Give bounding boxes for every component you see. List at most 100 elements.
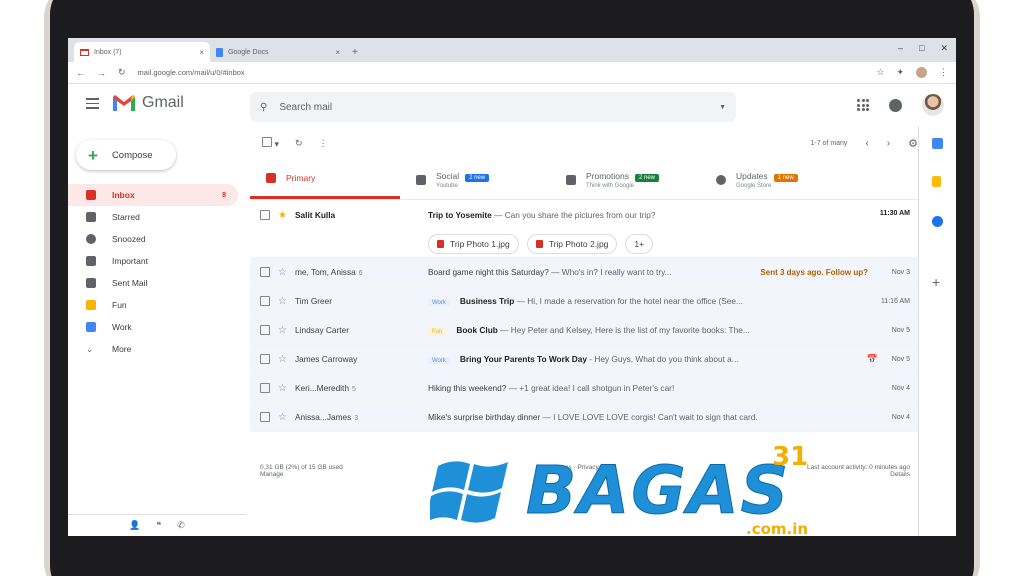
new-tab-button[interactable]: + (352, 47, 358, 58)
tab-text: Promotions 2 new Think with Google (586, 171, 660, 189)
row-checkbox[interactable] (260, 210, 270, 220)
prev-page-icon[interactable]: ‹ (865, 138, 868, 149)
compose-label: Compose (111, 149, 153, 161)
sidebar-footer: 👤 ❝ ✆ (68, 514, 246, 536)
select-all-checkbox[interactable] (262, 136, 272, 147)
minimize-icon[interactable]: – (898, 43, 903, 54)
row-checkbox[interactable] (260, 383, 270, 393)
thread-count: 6 (358, 270, 363, 277)
back-icon[interactable]: ← (76, 68, 85, 78)
row-checkbox[interactable] (260, 354, 270, 364)
search-icon[interactable]: ⚲ (260, 102, 267, 113)
table-row[interactable]: ☆ Anissa...James 3 Mike's surprise birthday… (250, 403, 918, 432)
maximize-icon[interactable]: □ (919, 43, 924, 54)
close-icon[interactable]: × (335, 48, 340, 57)
browser-tab-bar: Inbox (7) × Google Docs × + – □ ✕ (68, 38, 956, 62)
row-checkbox[interactable] (260, 296, 270, 306)
settings-gear-icon[interactable]: ⚙ (908, 137, 918, 150)
more-attachments-chip[interactable]: 1+ (625, 234, 654, 254)
table-row[interactable]: ☆ Lindsay Carter Fun Book Club — Hey Peter … (250, 316, 918, 345)
reload-icon[interactable]: ↻ (118, 67, 126, 78)
more-actions-icon[interactable]: ⋮ (319, 138, 328, 149)
star-icon[interactable]: ☆ (278, 383, 287, 394)
sidebar-item-important[interactable]: Important (68, 250, 238, 272)
star-icon[interactable]: ☆ (278, 325, 287, 336)
sidebar-item-fun[interactable]: Fun (68, 294, 238, 316)
hangouts-icon[interactable]: ❝ (156, 520, 161, 531)
add-addon-icon[interactable]: + (932, 274, 940, 290)
url-field[interactable]: mail.google.com/mail/u/0/#inbox (138, 68, 865, 77)
calendar-icon[interactable] (932, 138, 943, 149)
tab-social[interactable]: Social 2 new Youtube (400, 160, 550, 199)
snippet-text: — Can you share the pictures from our tr… (491, 210, 656, 220)
sidebar-item-sent-mail[interactable]: Sent Mail (68, 272, 238, 294)
phone-icon[interactable]: ✆ (177, 520, 185, 531)
table-row[interactable]: ☆ Tim Greer Work Business Trip — Hi, I made… (250, 287, 918, 316)
table-row[interactable]: ☆ me, Tom, Anissa 6 Board game night this S… (250, 258, 918, 287)
search-options-icon[interactable]: ▼ (719, 104, 726, 111)
notifications-icon[interactable] (889, 98, 902, 112)
subject-text: Mike's surprise birthday dinner (428, 412, 541, 422)
tab-subtitle: Google Store (736, 182, 772, 189)
email-label[interactable]: Fun (428, 328, 447, 335)
sidebar-item-inbox[interactable]: Inbox 8 (68, 184, 238, 206)
attachment-name: 1+ (634, 239, 645, 249)
sidebar-item-snoozed[interactable]: Snoozed (68, 228, 238, 250)
close-icon[interactable]: × (199, 48, 204, 57)
tab-updates[interactable]: Updates 1 new Google Store (700, 160, 850, 199)
hamburger-menu-icon[interactable] (86, 98, 99, 112)
table-row[interactable]: ☆ James Carroway Work Bring Your Parents To… (250, 345, 918, 374)
sidebar-item-starred[interactable]: Starred (68, 206, 238, 228)
attachment-chip[interactable]: Trip Photo 2.jpg (526, 234, 618, 254)
snippet-text: — +1 great idea! I call shotgun in Peter… (506, 383, 675, 393)
docs-favicon-icon (216, 47, 223, 57)
contacts-icon[interactable]: 👤 (129, 520, 140, 531)
table-row[interactable]: ☆ Keri...Meredith 5 Hiking this weekend? — … (250, 374, 918, 403)
attachment-chip[interactable]: Trip Photo 1.jpg (428, 234, 519, 254)
star-icon[interactable]: ☆ (278, 412, 287, 423)
tag-icon (566, 174, 576, 185)
tab-inbox[interactable]: Inbox (7) × (74, 42, 210, 62)
email-label[interactable]: Work (428, 299, 450, 306)
apps-grid-icon[interactable] (857, 99, 869, 111)
sidebar-item-work[interactable]: Work (68, 316, 238, 338)
star-icon[interactable]: ★ (278, 210, 287, 221)
row-checkbox[interactable] (260, 412, 270, 422)
tab-google-docs[interactable]: Google Docs × (210, 42, 346, 62)
calendar-invite-icon[interactable]: 📅 (867, 354, 878, 365)
star-icon[interactable]: ☆ (278, 354, 287, 365)
subject-text: Board game night this Saturday? (428, 267, 549, 277)
sender: Lindsay Carter (295, 325, 425, 335)
email-label[interactable]: Work (428, 357, 450, 364)
extensions-icon[interactable]: ✦ (896, 67, 904, 78)
forward-icon[interactable]: → (97, 68, 106, 78)
menu-icon[interactable]: ⋮ (939, 67, 948, 78)
keep-icon[interactable] (932, 176, 941, 187)
star-icon[interactable]: ☆ (278, 267, 287, 278)
sidebar-item-more[interactable]: ⌄ More (68, 338, 238, 360)
date-label: Nov 4 (891, 413, 910, 421)
search-bar[interactable]: ⚲ Search mail ▼ (250, 92, 736, 122)
next-page-icon[interactable]: › (887, 138, 890, 149)
search-input[interactable]: Search mail (279, 102, 332, 113)
star-icon[interactable]: ☆ (278, 296, 287, 307)
bookmark-star-icon[interactable]: ☆ (876, 67, 884, 78)
compose-button[interactable]: + Compose (76, 140, 176, 170)
manage-link[interactable]: Manage (260, 471, 343, 478)
tab-primary[interactable]: Primary (250, 160, 400, 199)
tab-text: Updates 1 new Google Store (736, 171, 798, 189)
window-controls: – □ ✕ (898, 43, 948, 54)
tab-promotions[interactable]: Promotions 2 new Think with Google (550, 160, 700, 199)
window-close-icon[interactable]: ✕ (940, 43, 948, 54)
refresh-icon[interactable]: ↻ (295, 138, 303, 149)
gmail-logo[interactable]: Gmail (112, 94, 184, 112)
attachment-name: Trip Photo 1.jpg (450, 239, 510, 249)
stage: Inbox (7) × Google Docs × + – □ ✕ ← → ↻ … (0, 0, 1024, 576)
profile-avatar[interactable] (916, 67, 927, 78)
table-row[interactable]: ★ Salit Kulla Trip to Yosemite — Can you s… (250, 200, 918, 258)
tasks-icon[interactable] (932, 216, 943, 227)
row-checkbox[interactable] (260, 325, 270, 335)
account-avatar[interactable] (922, 94, 944, 116)
row-checkbox[interactable] (260, 267, 270, 277)
select-all-control[interactable]: ▾ (262, 136, 279, 150)
